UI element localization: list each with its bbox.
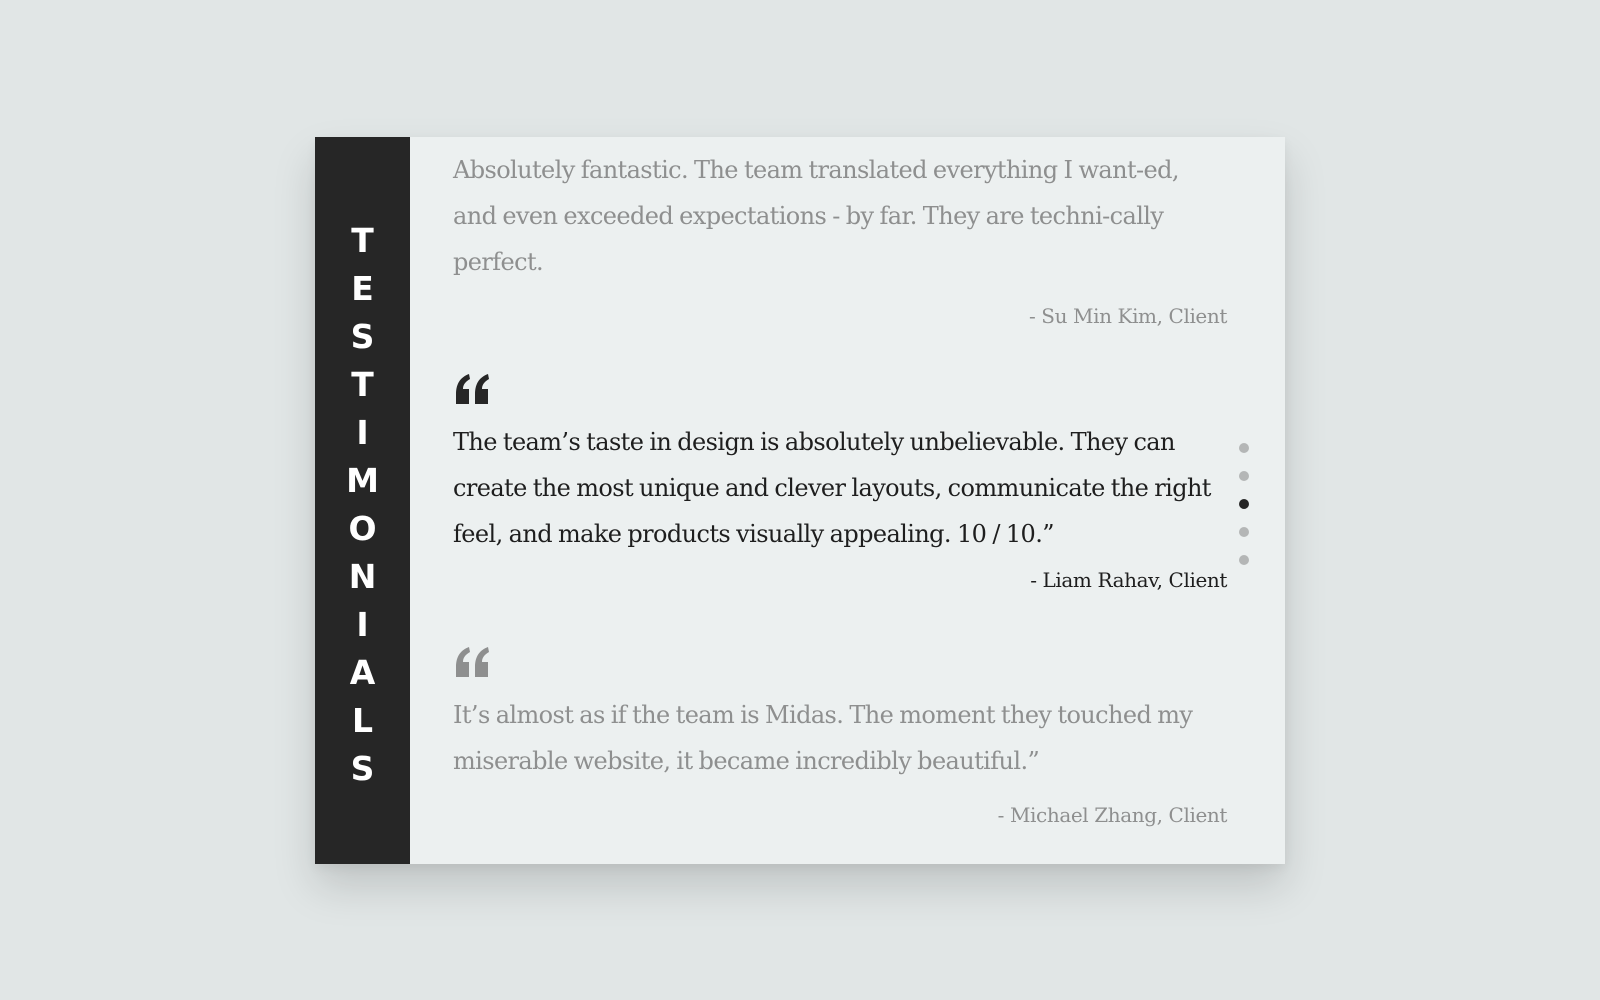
testimonial-author: - Michael Zhang, Client <box>997 803 1228 827</box>
title-letter: I <box>356 413 369 452</box>
testimonial-text: It’s almost as if the team is Midas. The… <box>453 701 1193 775</box>
sidebar-title: T E S T I M O N I A L S <box>315 217 410 793</box>
pagination-dot-5[interactable] <box>1239 555 1249 565</box>
title-letter: O <box>348 509 377 548</box>
pagination-dot-1[interactable] <box>1239 443 1249 453</box>
title-letter: M <box>346 461 379 500</box>
testimonials-list[interactable]: Absolutely fantastic. The team translate… <box>410 137 1285 864</box>
quote-open-icon <box>456 374 489 404</box>
pagination-dot-3[interactable] <box>1239 499 1249 509</box>
title-letter: A <box>349 653 376 692</box>
title-letter: E <box>351 269 374 308</box>
quote-open-icon <box>456 647 489 677</box>
testimonial-author: - Liam Rahav, Client <box>1030 568 1227 592</box>
testimonial-author: - Su Min Kim, Client <box>1028 304 1227 328</box>
testimonial-item-active: The team’s taste in design is absolutely… <box>453 373 1227 593</box>
title-letter: T <box>351 365 374 404</box>
title-letter: T <box>351 221 374 260</box>
title-letter: S <box>350 317 375 356</box>
title-letter: L <box>351 701 374 740</box>
pagination-dots <box>1239 443 1253 583</box>
testimonial-text: The team’s taste in design is absolutely… <box>453 428 1211 548</box>
title-letter: I <box>356 605 369 644</box>
pagination-dot-4[interactable] <box>1239 527 1249 537</box>
testimonial-text: Absolutely fantastic. The team translate… <box>453 156 1180 276</box>
testimonial-item: Absolutely fantastic. The team translate… <box>453 147 1227 329</box>
title-letter: N <box>348 557 377 596</box>
testimonial-item: It’s almost as if the team is Midas. The… <box>453 646 1227 828</box>
title-letter: S <box>350 749 375 788</box>
testimonials-sidebar: T E S T I M O N I A L S <box>315 137 410 864</box>
pagination-dot-2[interactable] <box>1239 471 1249 481</box>
testimonials-card: T E S T I M O N I A L S Absolutely fanta… <box>315 137 1285 864</box>
